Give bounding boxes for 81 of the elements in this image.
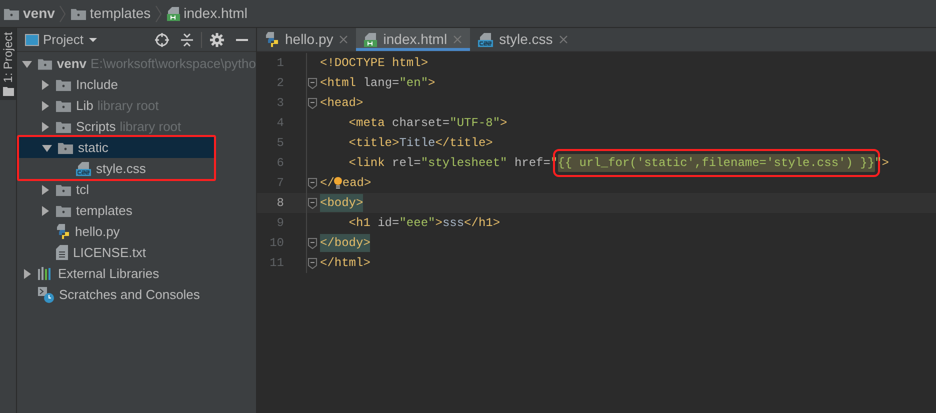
editor-tab[interactable]: index.html [356,28,470,51]
code-line: <head> [320,95,364,112]
line-number: 2 [276,75,285,92]
folder-icon [56,184,71,196]
tree-item[interactable]: External Libraries [17,263,256,284]
collapse-arrow-icon[interactable] [22,58,32,68]
fold-marker-icon[interactable] [308,238,316,248]
expand-arrow-icon[interactable] [40,100,50,110]
line-number: 6 [276,155,285,172]
folder-icon [4,8,19,20]
line-number: 8 [276,195,285,212]
editor-tab[interactable]: hello.py [257,28,356,51]
fold-marker-icon[interactable] [308,198,316,208]
breadcrumb[interactable]: index.html [184,3,248,24]
code-text: </ [320,175,334,192]
code-line: <h1 id="eee">sss</h1> [348,215,500,232]
code-line: <meta charset="UTF-8"> [348,115,508,132]
project-tool-tab[interactable]: 1: Project [0,28,16,100]
settings-icon[interactable] [210,32,224,46]
line-number: 1 [276,55,285,72]
line-number: 7 [276,175,285,192]
folder-icon [58,142,73,154]
text-file-icon [56,245,68,260]
project-view-dropdown[interactable]: Project [43,30,100,50]
expand-arrow-icon[interactable] [40,122,50,132]
fold-marker-icon[interactable] [308,178,316,188]
expand-arrow-icon[interactable] [40,80,50,90]
html-file-icon [364,32,378,46]
tree-item[interactable]: Include [17,74,256,95]
libraries-icon [38,267,53,280]
locate-icon[interactable] [155,32,169,46]
tree-item[interactable]: style.css [19,158,214,179]
template-expression: {{ url_for('static',filename='style.css') }} [558,154,875,172]
fold-marker-icon[interactable] [308,98,316,108]
breadcrumb[interactable]: templates [90,3,151,24]
minimize-icon[interactable] [236,38,248,42]
line-number: 5 [276,135,285,152]
folder-icon [70,8,86,20]
tree-item[interactable]: Scratches and Consoles [17,284,256,305]
line-number: 4 [276,115,285,132]
line-number: 10 [268,235,285,252]
css-file-icon [76,162,91,176]
code-text: ead> [342,175,372,192]
code-line: <html lang="en"> [320,75,436,92]
fold-marker-icon[interactable] [308,258,316,268]
folder-icon [56,100,71,112]
tree-item[interactable]: static [19,137,214,158]
folder-icon [56,120,71,132]
css-file-icon [478,32,494,46]
line-number: 9 [276,215,285,232]
chevron-icon [154,4,163,24]
folder-icon [56,78,71,90]
tree-item[interactable]: templates [17,200,256,221]
expand-arrow-icon[interactable] [40,184,50,194]
code-line: </html> [320,255,370,272]
folder-icon [38,58,52,70]
expand-arrow-icon[interactable] [40,206,50,216]
line-number: 3 [276,95,285,112]
code-line: <!DOCTYPE html> [320,55,428,72]
expand-arrow-icon[interactable] [22,268,32,278]
lightbulb-icon[interactable] [334,175,342,191]
html-file-icon [166,6,180,20]
tree-item[interactable]: tcl [17,179,256,200]
folder-icon [2,86,14,96]
tree-item[interactable]: LICENSE.txt [17,242,256,263]
tree-item[interactable]: hello.py [17,221,256,242]
scratches-icon [38,286,54,302]
collapse-arrow-icon[interactable] [42,142,52,152]
window-icon [25,34,39,46]
folder-icon [56,204,71,216]
collapse-icon[interactable] [181,32,193,46]
breadcrumb[interactable]: venv [23,3,55,24]
editor-tab[interactable]: style.css [470,28,576,51]
code-text: "> [874,155,889,172]
line-number: 11 [268,255,285,272]
python-file-icon [265,32,279,47]
caret-icon [87,36,100,44]
chevron-icon [58,4,67,24]
python-file-icon [56,224,70,239]
code-line: <title>Title</title> [348,135,493,152]
fold-marker-icon[interactable] [308,78,316,88]
